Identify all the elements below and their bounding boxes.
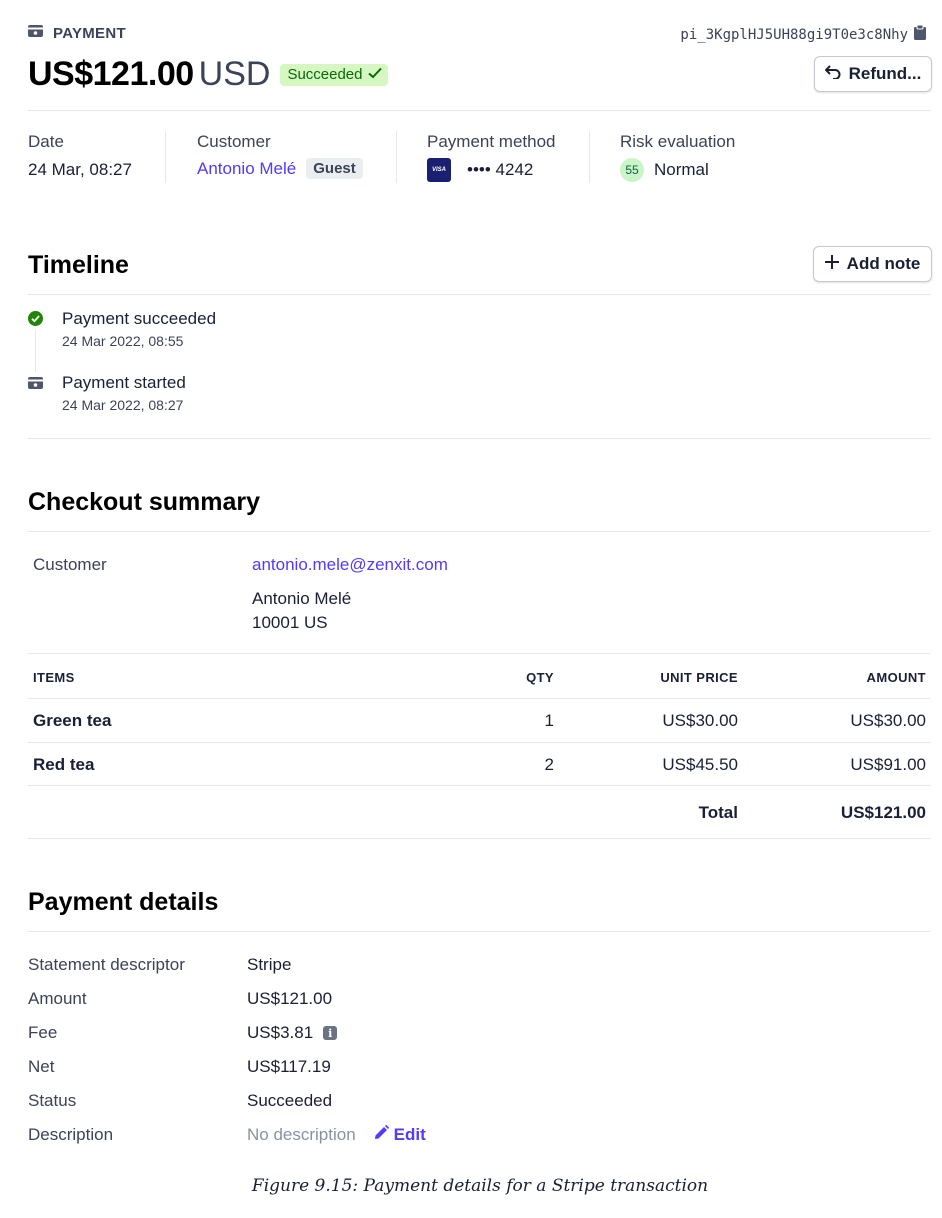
row-divider (28, 742, 930, 743)
summary-customer: Customer Antonio Melé Guest (197, 132, 363, 179)
payment-id[interactable]: pi_3KgplHJ5UH88gi9T0e3c8Nhy (680, 27, 908, 43)
timeline-event-title: Payment started (62, 373, 186, 392)
timeline-event-time: 24 Mar 2022, 08:27 (62, 397, 184, 413)
detail-label: Net (28, 1057, 55, 1076)
detail-label: Status (28, 1091, 77, 1110)
detail-value: No description (247, 1125, 356, 1144)
payment-currency: USD (198, 55, 271, 93)
risk-value: Normal (654, 160, 709, 179)
timeline-event-time: 24 Mar 2022, 08:55 (62, 333, 184, 349)
item-unit-price: US$45.50 (662, 755, 738, 774)
checkout-bottom-divider (28, 838, 930, 839)
detail-value: US$117.19 (247, 1057, 331, 1076)
total-label: Total (698, 803, 738, 822)
detail-value: US$3.81 (247, 1023, 314, 1042)
timeline-event: Payment succeeded 24 Mar 2022, 08:55 (28, 309, 216, 349)
payment-id-copy[interactable]: pi_3KgplHJ5UH88gi9T0e3c8Nhy (680, 24, 926, 45)
item-amount: US$30.00 (850, 711, 926, 730)
customer-link[interactable]: Antonio Melé (197, 159, 296, 179)
refund-button[interactable]: Refund... (814, 56, 932, 92)
row-divider (28, 785, 930, 786)
timeline-divider (28, 294, 930, 295)
item-qty: 2 (544, 755, 554, 774)
items-top-divider (28, 653, 930, 654)
pencil-icon (374, 1124, 389, 1145)
risk-score-badge: 55 (620, 158, 644, 182)
customer-name: Antonio Melé (252, 589, 352, 608)
checkout-title: Checkout summary (28, 488, 261, 516)
timeline-event: Payment started 24 Mar 2022, 08:27 (28, 373, 186, 413)
fee-value-row: US$3.81 i (247, 1023, 338, 1043)
summary-separator (589, 131, 590, 183)
column-header-amount: AMOUNT (866, 670, 926, 685)
payment-section-label: PAYMENT (28, 24, 126, 42)
customer-email-link[interactable]: antonio.mele@zenxit.com (252, 555, 448, 575)
status-badge: Succeeded (280, 63, 388, 86)
payment-icon (28, 24, 43, 42)
timeline-bottom-divider (28, 438, 930, 439)
timeline-title: Timeline (28, 251, 129, 279)
card-last4: •••• 4242 (467, 160, 534, 179)
item-qty: 1 (544, 711, 554, 730)
check-icon (367, 66, 382, 83)
summary-date: Date 24 Mar, 08:27 (28, 132, 132, 179)
item-unit-price: US$30.00 (662, 711, 738, 730)
detail-value: US$121.00 (247, 989, 333, 1008)
summary-payment-method: Payment method VISA •••• 4242 (427, 132, 556, 182)
column-header-qty: QTY (526, 670, 554, 685)
detail-label: Amount (28, 989, 87, 1008)
payment-icon (28, 376, 43, 413)
column-header-items: ITEMS (33, 670, 75, 685)
detail-label: Description (28, 1125, 114, 1144)
figure-caption: Figure 9.15: Payment details for a Strip… (251, 1176, 709, 1196)
edit-description-button[interactable]: Edit (374, 1124, 426, 1145)
detail-value: Stripe (247, 955, 292, 974)
visa-card-icon: VISA (427, 158, 451, 182)
checkout-divider (28, 531, 930, 532)
detail-label: Fee (28, 1023, 58, 1042)
payment-amount-row: US$121.00 USD Succeeded (28, 55, 388, 94)
guest-badge: Guest (306, 158, 363, 179)
plus-icon (824, 254, 839, 274)
item-name: Green tea (33, 711, 112, 730)
item-amount: US$91.00 (850, 755, 926, 774)
summary-separator (165, 131, 166, 183)
clipboard-icon[interactable] (914, 24, 926, 45)
items-header-divider (28, 698, 930, 699)
check-circle-icon (28, 311, 43, 349)
refund-icon (824, 64, 841, 84)
timeline-event-title: Payment succeeded (62, 309, 217, 328)
payment-amount: US$121.00 (28, 55, 194, 93)
header-divider (28, 110, 930, 111)
info-icon[interactable]: i (323, 1026, 338, 1040)
detail-value: Succeeded (247, 1091, 333, 1110)
checkout-customer-label: Customer (33, 555, 107, 574)
summary-separator (396, 131, 397, 183)
date-value: 24 Mar, 08:27 (28, 160, 132, 179)
item-name: Red tea (33, 755, 95, 774)
payment-details-title: Payment details (28, 888, 219, 916)
detail-label: Statement descriptor (28, 955, 185, 974)
column-header-unit-price: UNIT PRICE (660, 670, 738, 685)
customer-address: 10001 US (252, 613, 328, 632)
description-value-row: No description Edit (247, 1124, 426, 1145)
add-note-button[interactable]: Add note (813, 246, 932, 282)
summary-risk: Risk evaluation 55 Normal (620, 132, 735, 182)
total-value: US$121.00 (840, 803, 926, 822)
details-divider (28, 931, 930, 932)
